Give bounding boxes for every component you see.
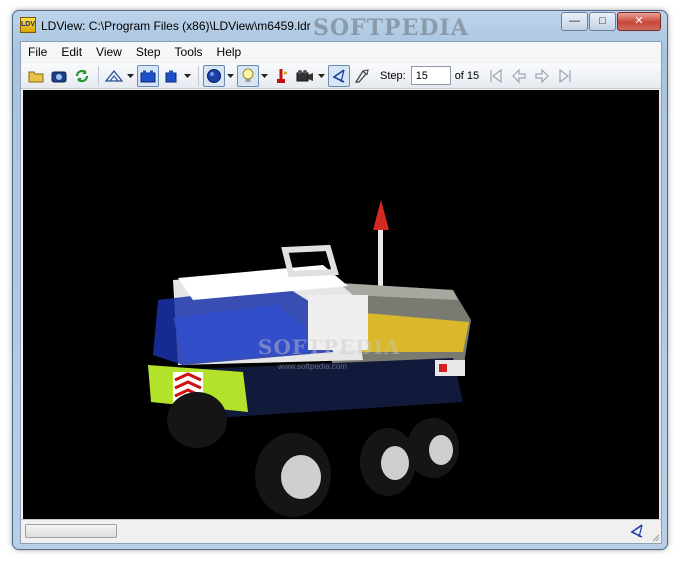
menu-help[interactable]: Help — [210, 42, 249, 62]
last-step-button[interactable] — [554, 65, 576, 87]
viewport-watermark: SOFTPEDIA — [258, 335, 401, 359]
maximize-icon: □ — [599, 15, 606, 27]
camera-button[interactable] — [294, 65, 316, 87]
client-area: File Edit View Step Tools Help Step: 15 … — [20, 41, 662, 544]
close-icon: ✕ — [634, 15, 644, 27]
caption-buttons: — □ ✕ — [560, 12, 661, 31]
previous-step-button[interactable] — [508, 65, 530, 87]
light-dropdown[interactable] — [260, 65, 268, 87]
menu-step[interactable]: Step — [129, 42, 168, 62]
minimize-icon: — — [569, 15, 580, 27]
view-mode-button[interactable] — [103, 65, 125, 87]
wireframe-button[interactable] — [137, 64, 159, 87]
screenshot-camera-icon — [51, 71, 67, 82]
wireframe-bricks-icon — [140, 70, 156, 82]
maximize-button[interactable]: □ — [589, 12, 616, 31]
chevron-down-icon — [317, 73, 325, 78]
app-window: LDV LDView: C:\Program Files (x86)\LDVie… — [12, 10, 668, 550]
examine-mode-icon — [332, 68, 345, 83]
softpedia-watermark: SOFTPEDIA — [313, 15, 469, 41]
close-button[interactable]: ✕ — [617, 12, 661, 31]
resize-grip-icon[interactable] — [650, 532, 660, 542]
single-brick-icon — [165, 70, 177, 82]
brick-button[interactable] — [160, 65, 182, 87]
camera-dropdown[interactable] — [317, 65, 325, 87]
minimize-button[interactable]: — — [561, 12, 588, 31]
progress-bar — [25, 524, 117, 538]
save-snapshot-button[interactable] — [48, 65, 70, 87]
step-label: Step: — [380, 69, 406, 82]
view-mode-icon — [105, 69, 123, 82]
menu-bar: File Edit View Step Tools Help — [21, 42, 661, 62]
part-highlight-button[interactable] — [271, 65, 293, 87]
fly-through-button[interactable] — [351, 65, 373, 87]
toolbar-separator — [198, 65, 199, 86]
chevron-down-icon — [260, 73, 268, 78]
view-mode-dropdown[interactable] — [126, 65, 134, 87]
open-folder-icon — [28, 71, 44, 82]
first-step-icon — [490, 68, 502, 83]
toolbar: Step: of 15 — [21, 63, 661, 89]
lighting-dropdown[interactable] — [226, 65, 234, 87]
chevron-down-icon — [226, 73, 234, 78]
lighting-button[interactable] — [203, 64, 225, 87]
menu-tools[interactable]: Tools — [168, 42, 210, 62]
first-step-button[interactable] — [485, 65, 507, 87]
lighting-sphere-icon — [207, 68, 221, 83]
window-title: LDView: C:\Program Files (x86)\LDView\m6… — [41, 19, 311, 33]
title-bar[interactable]: LDV LDView: C:\Program Files (x86)\LDVie… — [13, 11, 667, 41]
viewport-watermark-url: www.softpedia.com — [278, 362, 347, 371]
examine-mode-icon — [630, 524, 643, 538]
video-camera-icon — [296, 69, 313, 81]
next-step-icon — [535, 68, 550, 83]
menu-file[interactable]: File — [21, 42, 54, 62]
part-highlight-icon — [277, 68, 288, 83]
viewport-edge — [659, 90, 661, 519]
previous-step-icon — [512, 68, 526, 83]
model-viewport[interactable]: SOFTPEDIA www.softpedia.com — [23, 90, 659, 519]
open-button[interactable] — [25, 65, 47, 87]
chevron-down-icon — [126, 73, 134, 78]
last-step-icon — [559, 68, 571, 83]
ldview-app-icon[interactable]: LDV — [20, 17, 36, 33]
next-step-button[interactable] — [531, 65, 553, 87]
menu-view[interactable]: View — [89, 42, 129, 62]
status-bar — [21, 519, 661, 543]
step-total: of 15 — [454, 69, 480, 82]
step-input[interactable] — [410, 66, 451, 85]
reload-icon — [75, 69, 89, 82]
lego-truck-model[interactable] — [23, 90, 659, 519]
examine-mode-button[interactable] — [328, 64, 350, 87]
reload-button[interactable] — [71, 65, 93, 87]
light-button[interactable] — [237, 64, 259, 87]
brick-dropdown[interactable] — [183, 65, 191, 87]
light-bulb-icon — [242, 68, 254, 82]
chevron-down-icon — [183, 73, 191, 78]
toolbar-separator — [98, 65, 99, 86]
fly-through-icon — [354, 68, 369, 83]
menu-edit[interactable]: Edit — [54, 42, 89, 62]
